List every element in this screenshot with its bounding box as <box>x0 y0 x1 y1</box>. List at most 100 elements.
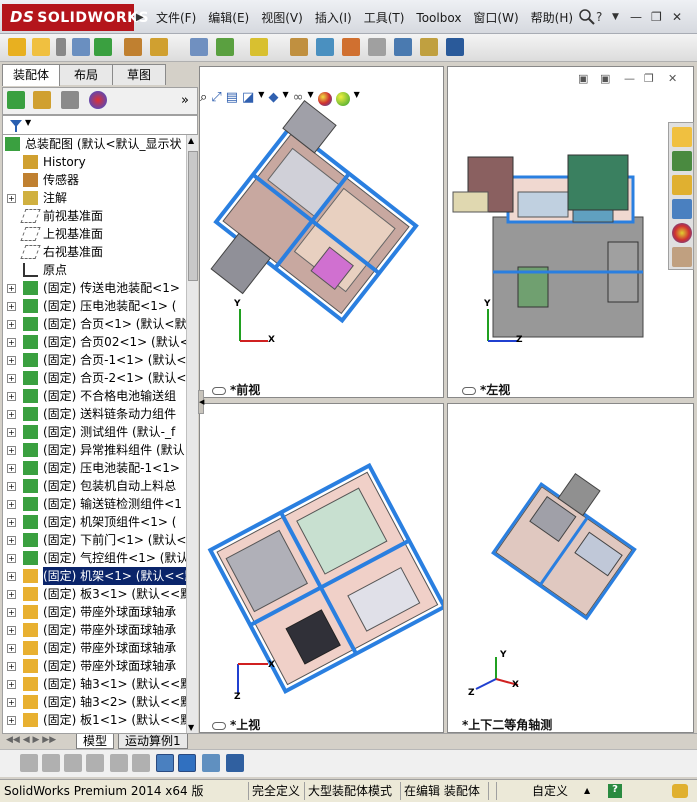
tree-item[interactable]: + (固定) 机架顶组件<1> ( <box>3 513 186 531</box>
tree-item[interactable]: + (固定) 机架<1> (默认<<默 <box>3 567 186 585</box>
tree-item[interactable]: + (固定) 带座外球面球轴承 <box>3 657 186 675</box>
tree-item[interactable]: + (固定) 轴3<2> (默认<<默 <box>3 693 186 711</box>
menu-file[interactable]: 文件(F) <box>150 9 202 27</box>
notification-icon[interactable] <box>672 784 688 798</box>
tab-assembly[interactable]: 装配体 <box>2 64 61 86</box>
interference-icon[interactable] <box>316 38 334 56</box>
viewport-minimize-button[interactable]: — <box>624 72 635 85</box>
tree-item[interactable]: 右视基准面 <box>3 243 186 261</box>
expand-icon[interactable]: + <box>7 392 16 401</box>
tab-motion-study[interactable]: 运动算例1 <box>118 734 188 749</box>
new-document-icon[interactable] <box>8 38 26 56</box>
pin-icon[interactable] <box>56 38 66 56</box>
home-icon[interactable] <box>672 127 692 147</box>
file-explorer-icon[interactable] <box>672 175 692 195</box>
tree-item[interactable]: + (固定) 传送电池装配<1> <box>3 279 186 297</box>
expand-icon[interactable]: + <box>7 698 16 707</box>
tree-item[interactable]: + (固定) 合页02<1> (默认< <box>3 333 186 351</box>
single-view-icon[interactable] <box>178 754 196 772</box>
assembly-features-icon[interactable] <box>216 38 234 56</box>
tree-item[interactable]: + (固定) 板3<1> (默认<<默 <box>3 585 186 603</box>
expand-icon[interactable]: + <box>7 446 16 455</box>
tree-item[interactable]: + (固定) 合页<1> (默认<默 <box>3 315 186 333</box>
menu-view[interactable]: 视图(V) <box>255 9 309 27</box>
menu-window[interactable]: 窗口(W) <box>467 9 524 27</box>
menu-tools[interactable]: 工具(T) <box>358 9 411 27</box>
viewport-tile-icon[interactable]: ▣ <box>600 72 610 85</box>
tree-item[interactable]: 原点 <box>3 261 186 279</box>
mate-icon[interactable] <box>124 38 142 56</box>
tree-item[interactable]: + (固定) 包装机自动上料总 <box>3 477 186 495</box>
view-link-icon[interactable] <box>212 721 226 730</box>
zoom-to-fit-icon[interactable]: ⌕ <box>200 90 207 110</box>
view-link-icon[interactable] <box>212 386 226 395</box>
expand-icon[interactable]: + <box>7 194 16 203</box>
expand-icon[interactable]: + <box>7 320 16 329</box>
open-document-icon[interactable] <box>32 38 50 56</box>
scroll-up-icon[interactable]: ▲ <box>188 136 194 145</box>
scene-icon[interactable] <box>335 92 350 106</box>
tree-item[interactable]: + (固定) 测试组件 (默认-_f <box>3 423 186 441</box>
property-manager-icon[interactable] <box>33 91 51 109</box>
expand-icon[interactable]: + <box>7 356 16 365</box>
insert-component-icon[interactable] <box>94 38 112 56</box>
panel-expand-icon[interactable]: » <box>181 93 189 108</box>
snapshot-icon[interactable] <box>368 38 386 56</box>
orientation-dropdown-icon[interactable]: ▼ <box>282 90 288 110</box>
tree-item[interactable]: + (固定) 异常推料组件 (默认 <box>3 441 186 459</box>
custom-properties-icon[interactable] <box>672 247 692 267</box>
instant3d-icon[interactable] <box>342 38 360 56</box>
expand-icon[interactable]: + <box>7 716 16 725</box>
units-dropdown-icon[interactable]: ▲ <box>584 782 590 800</box>
display-style-icon[interactable]: ∞ <box>293 90 304 110</box>
photoview-icon[interactable] <box>446 38 464 56</box>
smart-fasteners-icon[interactable] <box>150 38 168 56</box>
tab-model[interactable]: 模型 <box>76 734 115 749</box>
status-help-icon[interactable]: ? <box>608 784 622 798</box>
close-button[interactable]: ✕ <box>672 10 682 24</box>
viewport-link-icon[interactable]: ▣ <box>578 72 588 85</box>
expand-icon[interactable]: + <box>7 536 16 545</box>
appearance-icon[interactable] <box>317 92 332 106</box>
tree-item[interactable]: 总装配图 (默认<默认_显示状 <box>3 135 186 153</box>
tree-item[interactable]: + (固定) 送料链条动力组件 <box>3 405 186 423</box>
viewport-front[interactable]: Y X *前视 <box>199 66 444 398</box>
tree-item[interactable]: + 注解 <box>3 189 186 207</box>
expand-icon[interactable]: + <box>7 572 16 581</box>
logo-dropdown-arrow[interactable]: ▶ <box>136 12 144 23</box>
previous-view-icon[interactable]: ▤ <box>226 90 238 110</box>
tree-item[interactable]: + (固定) 合页-1<1> (默认< <box>3 351 186 369</box>
viewport-close-button[interactable]: ✕ <box>668 72 677 85</box>
tree-filter[interactable]: ▼ <box>2 115 198 135</box>
expand-icon[interactable]: + <box>7 554 16 563</box>
search-icon[interactable] <box>578 8 596 26</box>
feature-tree-icon[interactable] <box>7 91 25 109</box>
tree-item[interactable]: + (固定) 气控组件<1> (默认 <box>3 549 186 567</box>
expand-icon[interactable]: + <box>7 662 16 671</box>
viewport-splitter-horizontal[interactable] <box>199 398 694 403</box>
rebuild-icon[interactable] <box>72 38 90 56</box>
viewport-trimetric[interactable]: Y X Z *上下二等角轴测 <box>447 403 694 733</box>
tree-item[interactable]: + (固定) 带座外球面球轴承 <box>3 639 186 657</box>
appearances-icon[interactable] <box>672 223 692 243</box>
tree-item[interactable]: 上视基准面 <box>3 225 186 243</box>
tree-item[interactable]: + (固定) 带座外球面球轴承 <box>3 621 186 639</box>
zoom-to-area-icon[interactable]: ⤢ <box>211 90 221 110</box>
display-manager-icon[interactable] <box>89 91 107 109</box>
tree-item[interactable]: + (固定) 不合格电池输送组 <box>3 387 186 405</box>
expand-icon[interactable]: + <box>7 410 16 419</box>
tree-item[interactable]: 传感器 <box>3 171 186 189</box>
expand-icon[interactable]: + <box>7 464 16 473</box>
tab-layout[interactable]: 布局 <box>59 64 114 85</box>
tree-item[interactable]: + (固定) 下前门<1> (默认< <box>3 531 186 549</box>
menu-toolbox[interactable]: Toolbox <box>410 9 467 27</box>
viewport-top[interactable]: Z X *上视 <box>199 403 444 733</box>
explode-view-icon[interactable] <box>250 38 268 56</box>
tab-sketch[interactable]: 草图 <box>112 64 167 85</box>
filter-icon[interactable] <box>9 119 23 133</box>
panel-collapse-handle[interactable]: ◀ <box>198 390 204 414</box>
expand-icon[interactable]: + <box>7 338 16 347</box>
four-view-icon[interactable] <box>226 754 244 772</box>
status-units[interactable]: 自定义 <box>532 782 568 800</box>
section-view-icon[interactable]: ◪ <box>242 90 254 110</box>
